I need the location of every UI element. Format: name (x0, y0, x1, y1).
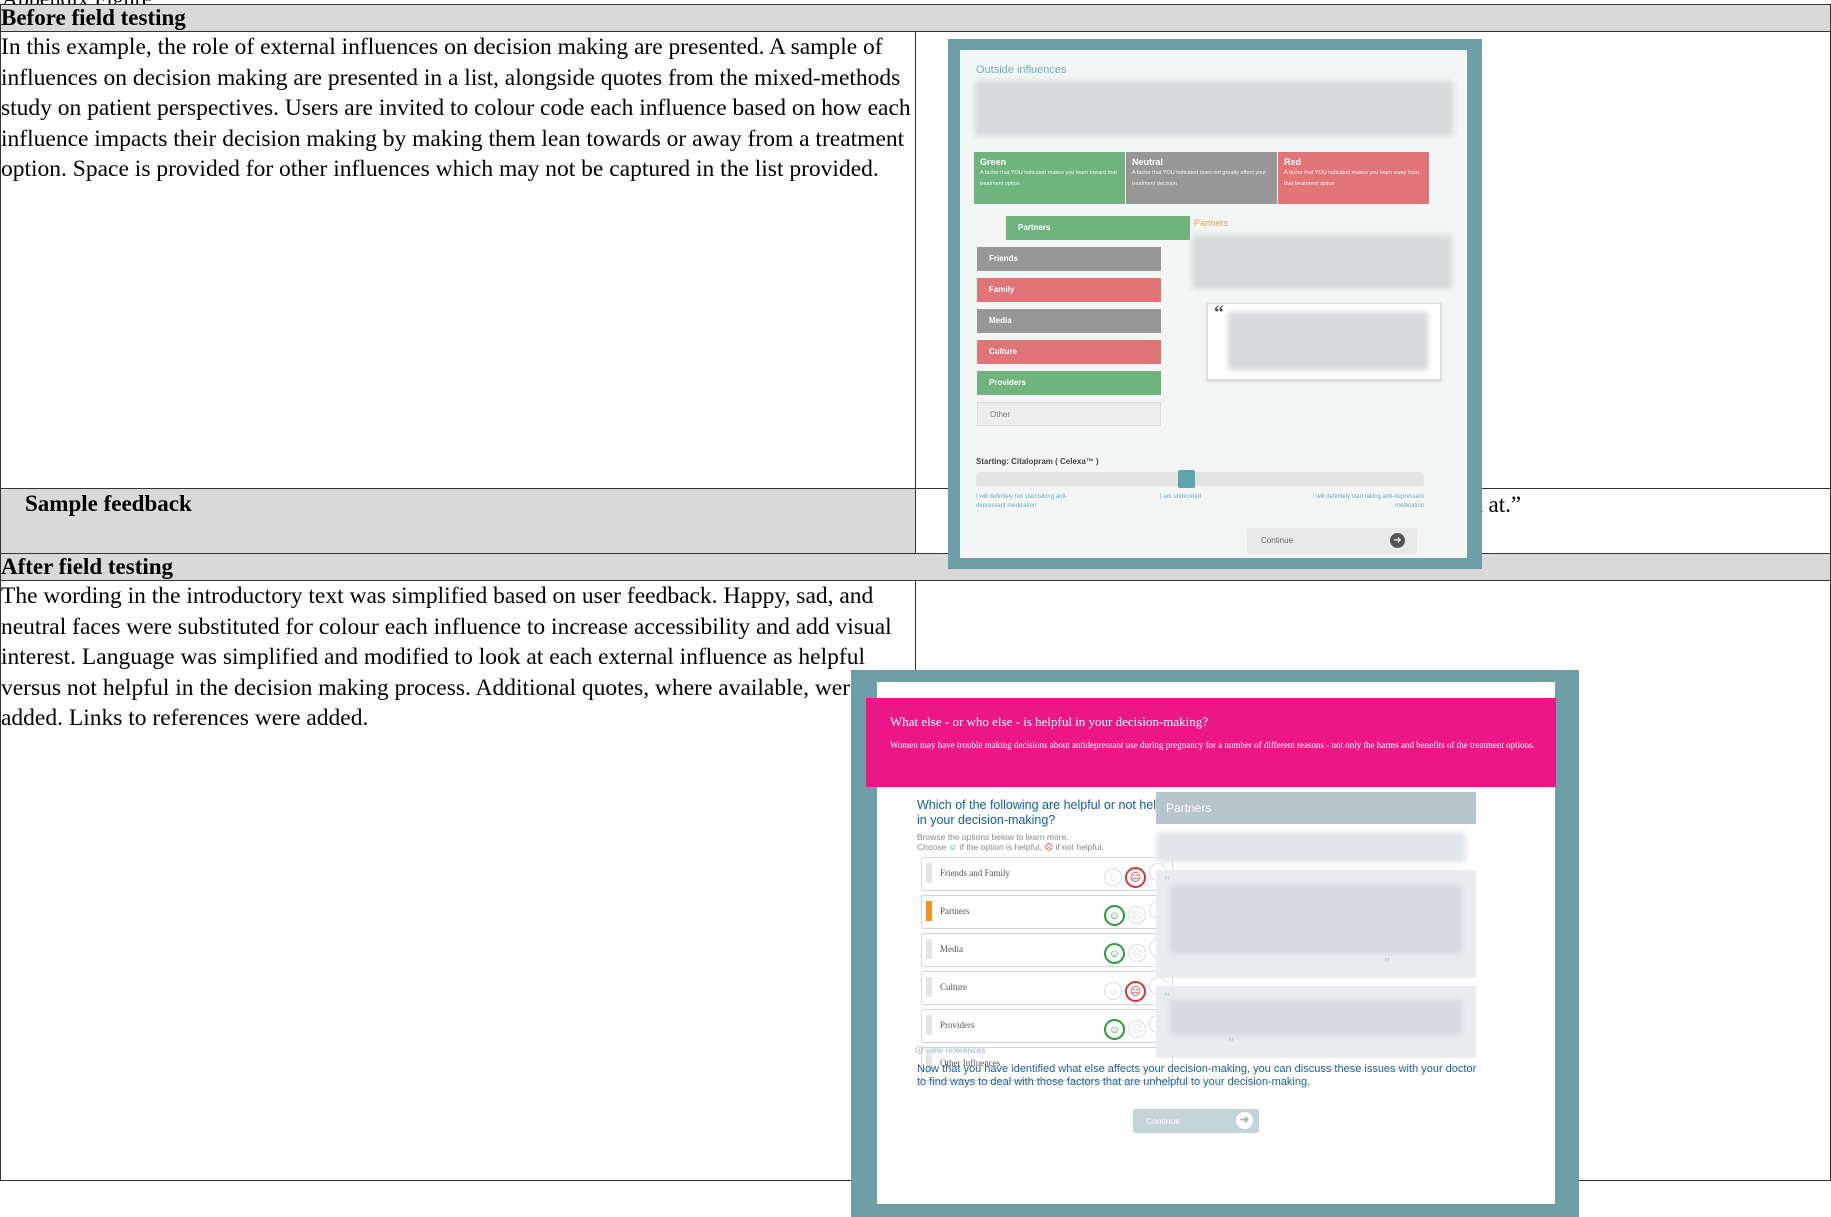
quote-box: “ ” (1156, 986, 1476, 1058)
before-row: In this example, the role of external in… (0, 31, 1831, 489)
after-screenshot: Which of the following are helpful or no… (851, 670, 1579, 1217)
happy-face-icon[interactable]: ☺ (1104, 943, 1125, 964)
arrow-right-icon: ➜ (1390, 533, 1405, 548)
influence-row-providers[interactable]: Providers ☺ ☹ (921, 1009, 1173, 1043)
hint-line-2: Choose ☺ if the option is helpful, ☹ if … (917, 842, 1104, 852)
blurred-detail-text (1192, 235, 1452, 289)
decision-meter-track[interactable] (976, 472, 1424, 486)
legend-desc: A factor that YOU indicated does not gre… (1132, 170, 1267, 187)
blurred-intro-text (975, 81, 1453, 136)
happy-face-icon[interactable]: ☺ (1104, 982, 1122, 1000)
legend-label: Green (980, 157, 1007, 167)
before-panel: Outside influences Green A factor that Y… (960, 50, 1467, 558)
quote-box: “ ” (1156, 870, 1476, 978)
quote-mark-icon: “ (1214, 302, 1224, 324)
influence-other[interactable]: Other (977, 402, 1161, 426)
after-description: The wording in the introductory text was… (0, 580, 916, 1181)
row-indicator (926, 1015, 932, 1035)
influence-row-culture[interactable]: Culture ☺ ☹ (921, 971, 1173, 1005)
blurred-quote-text (1170, 1000, 1462, 1036)
quote-card: “ (1207, 302, 1441, 380)
influence-label: Media (940, 944, 963, 954)
legend-desc: A factor that YOU indicated makes you le… (1284, 170, 1420, 187)
summary-text: Now that you have identified what else a… (917, 1063, 1477, 1088)
sad-face-icon: ☹ (1044, 842, 1054, 852)
continue-label: Continue (1146, 1116, 1181, 1126)
hint-text: if the option is helpful, (957, 842, 1045, 852)
close-quote-icon: ” (1384, 956, 1391, 971)
screen-title: Outside influences (976, 64, 1067, 76)
scale-right-label: I will definitely start taking anti-depr… (1312, 494, 1424, 509)
hint-text: Choose (917, 842, 949, 852)
feedback-header: Sample feedback (0, 488, 916, 554)
blurred-detail-text (1156, 832, 1466, 862)
question-banner: What else - or who else - is helpful in … (866, 698, 1556, 787)
influence-row-partners[interactable]: Partners ☺ ☹ (921, 895, 1173, 929)
legend-green: Green A factor that YOU indicated makes … (974, 152, 1125, 204)
question-heading: Which of the following are helpful or no… (917, 798, 1177, 827)
sad-face-icon[interactable]: ☹ (1125, 867, 1146, 888)
row-indicator (926, 977, 932, 997)
row-indicator (926, 863, 932, 883)
before-screenshot: Outside influences Green A factor that Y… (948, 39, 1482, 569)
scale-left-label: I will definitely not start taking anti-… (976, 494, 1068, 509)
before-header-row: Before field testing (0, 4, 1831, 32)
sad-face-icon[interactable]: ☹ (1128, 944, 1146, 962)
influence-label: Providers (940, 1020, 975, 1030)
blurred-quote-text (1228, 312, 1428, 370)
feedback-row: Sample feedback “The contrast between co… (0, 488, 1831, 554)
legend-red: Red A factor that YOU indicated makes yo… (1278, 152, 1429, 204)
happy-face-icon[interactable]: ☺ (1104, 1019, 1125, 1040)
scale-mid-label: I am undecided (1160, 494, 1202, 500)
decision-meter-handle[interactable] (1178, 470, 1195, 488)
influence-culture[interactable]: Culture (977, 340, 1161, 364)
row-indicator (926, 901, 932, 921)
legend-desc: A factor that YOU indicated makes you le… (980, 170, 1117, 187)
legend-neutral: Neutral A factor that YOU indicated does… (1126, 152, 1277, 204)
banner-title: What else - or who else - is helpful in … (890, 714, 1209, 729)
before-header: Before field testing (0, 4, 1831, 32)
continue-button[interactable]: Continue ➜ (1133, 1109, 1259, 1133)
legend-label: Red (1284, 157, 1302, 167)
influence-row-media[interactable]: Media ☺ ☹ (921, 933, 1173, 967)
happy-face-icon[interactable]: ☺ (1104, 905, 1125, 926)
continue-button[interactable]: Continue ➜ (1247, 528, 1417, 554)
instructions: Browse the options below to learn more. … (917, 832, 1104, 852)
influence-media[interactable]: Media (977, 309, 1161, 333)
detail-title: Partners (1166, 801, 1212, 815)
influence-family[interactable]: Family (977, 278, 1161, 302)
sad-face-icon[interactable]: ☹ (1125, 981, 1146, 1002)
influence-label: Culture (940, 982, 967, 992)
arrow-right-icon: ➜ (1236, 1112, 1253, 1129)
happy-face-icon[interactable]: ☺ (1104, 868, 1122, 886)
influence-label: Partners (940, 906, 970, 916)
before-description: In this example, the role of external in… (0, 31, 916, 489)
influence-friends[interactable]: Friends (977, 247, 1161, 271)
hint-line-1: Browse the options below to learn more. (917, 832, 1069, 842)
row-indicator (926, 939, 932, 959)
blurred-quote-text (1170, 884, 1462, 954)
starting-label: Starting: Citalopram ( Celexa™ ) (976, 457, 1099, 466)
banner-subtitle: Women may have trouble making decisions … (890, 740, 1535, 750)
detail-title: Partners (1194, 218, 1229, 228)
continue-label: Continue (1261, 536, 1294, 545)
view-references-link[interactable]: 🛈 view references (915, 1045, 986, 1059)
after-header-row: After field testing (0, 553, 1831, 581)
after-header: After field testing (0, 553, 1831, 581)
sad-face-icon[interactable]: ☹ (1128, 1020, 1146, 1038)
sad-face-icon[interactable]: ☹ (1128, 906, 1146, 924)
selected-influence-partners[interactable]: Partners (1006, 216, 1190, 240)
info-icon: 🛈 (915, 1045, 924, 1055)
detail-header: Partners (1156, 792, 1476, 824)
references-label: view references (926, 1045, 986, 1055)
legend-label: Neutral (1132, 157, 1164, 167)
close-quote-icon: ” (1228, 1036, 1235, 1051)
influence-row-friends-and-family[interactable]: Friends and Family ☺ ☹ (921, 857, 1173, 891)
influence-providers[interactable]: Providers (977, 371, 1161, 395)
influence-label: Friends and Family (940, 868, 1010, 878)
hint-text: if not helpful. (1053, 842, 1104, 852)
